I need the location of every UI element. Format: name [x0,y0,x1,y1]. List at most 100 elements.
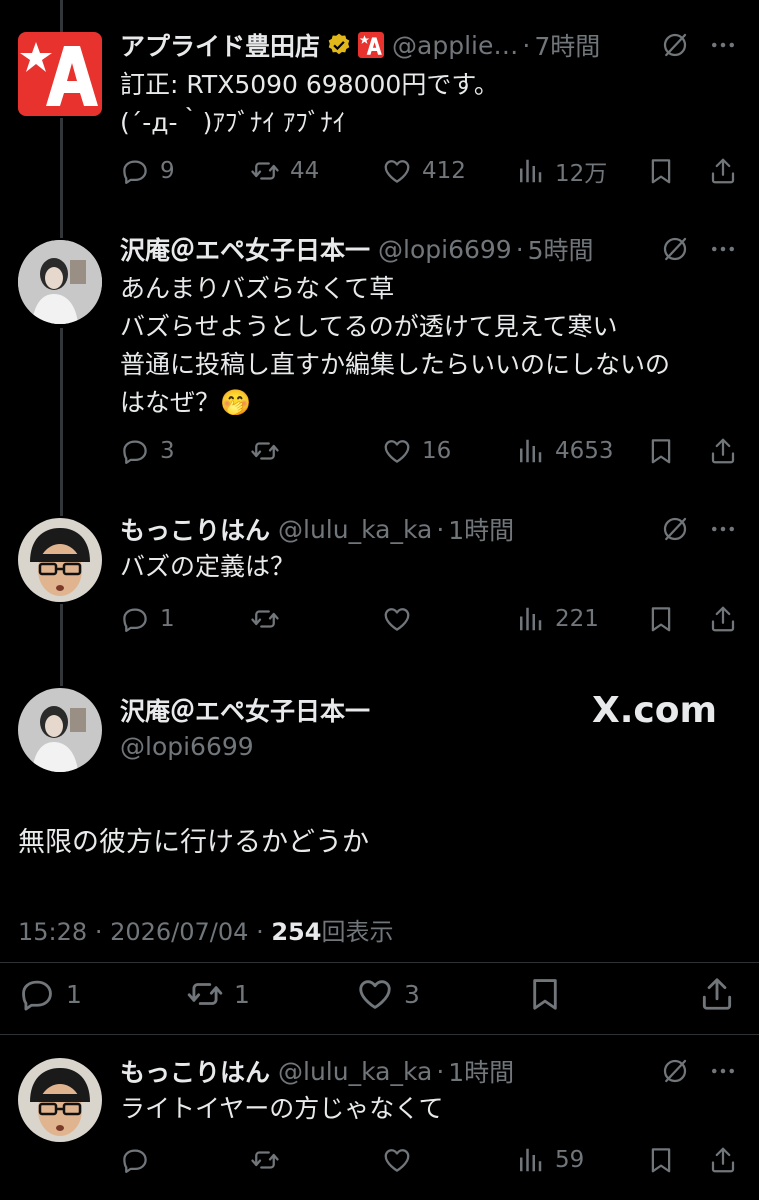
share-button[interactable] [708,1140,738,1180]
author-name[interactable]: アプライド豊田店 [120,27,320,63]
share-icon [708,436,738,466]
reply-button[interactable]: 3 [120,431,175,471]
like-button[interactable]: 3 [356,972,420,1016]
author-handle[interactable]: @applie… [392,31,518,60]
author-handle[interactable]: @lulu_ka_ka [278,515,432,544]
like-icon [382,156,412,186]
views-label: 回表示 [321,918,394,946]
reply-button[interactable] [120,1140,160,1180]
author-name[interactable]: もっこりはん [120,1053,270,1089]
like-icon [382,604,412,634]
like-icon [356,975,394,1013]
views-icon [515,604,545,634]
bookmark-icon [526,975,564,1013]
reply-icon [120,604,150,634]
tweet-actions: 1 221 [120,599,740,639]
bookmark-button[interactable] [646,1140,676,1180]
avatar-lopi6699[interactable] [18,688,102,772]
retweet-button[interactable] [250,599,290,639]
retweet-button[interactable] [250,1140,290,1180]
grok-icon[interactable] [660,1056,690,1086]
avatar-lulu_ka_ka[interactable] [18,518,102,602]
views-button[interactable]: 221 [515,599,599,639]
like-count: 412 [422,158,466,184]
retweet-icon [250,1145,280,1175]
author-handle[interactable]: @lulu_ka_ka [278,1057,432,1086]
retweet-button[interactable] [250,431,290,471]
share-icon [708,156,738,186]
reply-icon [120,1145,150,1175]
like-icon [382,1145,412,1175]
divider [0,1034,759,1035]
tweet-text: 訂正: RTX5090 698000円です。 (´-д-｀)ｱﾌﾞﾅｲ ｱﾌﾞﾅ… [120,70,499,137]
bookmark-button[interactable] [646,599,676,639]
like-count: 3 [404,979,420,1009]
grok-icon[interactable] [660,234,690,264]
tweet-text: ライトイヤーの方じゃなくて [120,1094,444,1123]
tweet-time[interactable]: 15:28 [18,918,87,946]
views-button[interactable]: 59 [515,1140,584,1180]
separator: · [515,234,524,264]
reply-button[interactable]: 1 [18,972,82,1016]
views-button[interactable]: 12万 [515,151,607,191]
tweet-actions: 3 16 4653 [120,431,740,471]
author-handle[interactable]: @lopi6699 [378,235,512,264]
author-name[interactable]: もっこりはん [120,511,270,547]
more-icon[interactable] [708,514,738,544]
share-button[interactable] [708,599,738,639]
tweet-time[interactable]: 7時間 [534,27,600,63]
retweet-button[interactable]: 44 [250,151,319,191]
views-icon [515,156,545,186]
tweet-time[interactable]: 5時間 [528,231,594,267]
thread-line [60,328,63,516]
retweet-button[interactable]: 1 [186,972,250,1016]
bookmark-button[interactable] [646,431,676,471]
avatar-applied[interactable] [18,32,102,116]
verified-badge-icon [328,33,350,55]
focused-handle-row: @lopi6699 [120,726,254,766]
reply-icon [120,436,150,466]
divider [0,962,759,963]
avatar-photo [18,1058,102,1142]
bookmark-button[interactable] [646,151,676,191]
author-handle[interactable]: @lopi6699 [120,732,254,761]
author-name[interactable]: 沢庵＠エペ女子日本一 [120,692,370,728]
grok-icon[interactable] [660,514,690,544]
affiliate-badge-icon [358,32,385,58]
reply-count: 1 [160,606,175,632]
more-icon[interactable] [708,234,738,264]
like-button[interactable]: 16 [382,431,451,471]
avatar-lopi6699[interactable] [18,240,102,324]
more-icon[interactable] [708,30,738,60]
share-button[interactable] [698,972,736,1016]
share-button[interactable] [708,151,738,191]
focused-author-name-row: 沢庵＠エペ女子日本一 [120,690,370,730]
grok-icon[interactable] [660,30,690,60]
thread-line [60,604,63,686]
separator: · [256,918,264,946]
like-button[interactable] [382,599,422,639]
views-button[interactable]: 4653 [515,431,614,471]
more-icon[interactable] [708,1056,738,1086]
share-icon [698,975,736,1013]
applied-logo [20,42,98,106]
author-name[interactable]: 沢庵＠エペ女子日本一 [120,231,370,267]
like-button[interactable]: 412 [382,151,466,191]
reply-button[interactable]: 9 [120,151,175,191]
focused-tweet-text: 無限の彼方に行けるかどうか [18,827,369,858]
views-icon [515,436,545,466]
tweet-time[interactable]: 1時間 [448,511,514,547]
tweet-date[interactable]: 2026/07/04 [110,918,248,946]
tweet-time[interactable]: 1時間 [448,1053,514,1089]
tweet-header: 沢庵＠エペ女子日本一 @lopi6699 · 5時間 [120,229,594,269]
bookmark-button[interactable] [526,972,564,1016]
share-button[interactable] [708,431,738,471]
avatar-lulu_ka_ka[interactable] [18,1058,102,1142]
retweet-icon [250,436,280,466]
views-count: 4653 [555,438,614,464]
like-button[interactable] [382,1140,422,1180]
reply-button[interactable]: 1 [120,599,175,639]
views-count: 12万 [555,161,608,187]
avatar-photo [18,688,102,772]
retweet-icon [250,604,280,634]
